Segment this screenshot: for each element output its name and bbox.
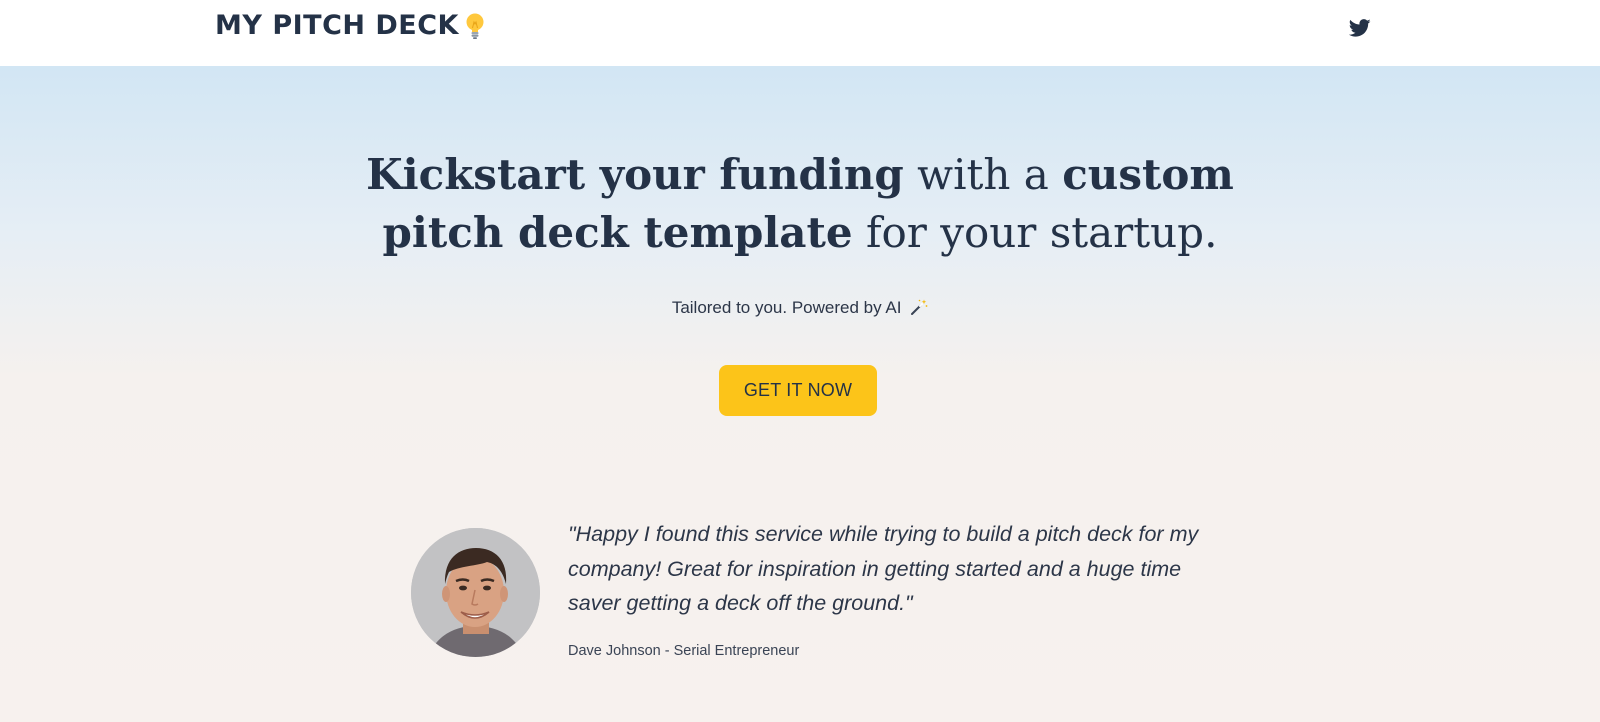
hero-tagline: Tailored to you. Powered by AI [500, 298, 1100, 318]
get-it-now-button[interactable]: GET IT NOW [719, 365, 877, 416]
headline-text-2: with a [903, 150, 1063, 199]
tagline-text: Tailored to you. Powered by AI [671, 298, 902, 317]
top-navbar: MY PITCH DECK [0, 0, 1600, 66]
magic-wand-icon [910, 298, 928, 316]
avatar [411, 528, 540, 657]
brand-logo[interactable]: MY PITCH DECK [215, 10, 487, 41]
testimonial-author: Dave Johnson - Serial Entrepreneur [568, 643, 800, 659]
headline-text-4: for your startup. [852, 208, 1218, 257]
lightbulb-icon [463, 11, 487, 41]
headline-bold-1: Kickstart your funding [366, 150, 904, 199]
testimonial-quote: "Happy I found this service while trying… [568, 522, 1199, 615]
twitter-icon[interactable] [1349, 17, 1373, 41]
brand-name: MY PITCH DECK [215, 10, 459, 41]
hero-headline: Kickstart your funding with a custom pit… [300, 146, 1300, 262]
